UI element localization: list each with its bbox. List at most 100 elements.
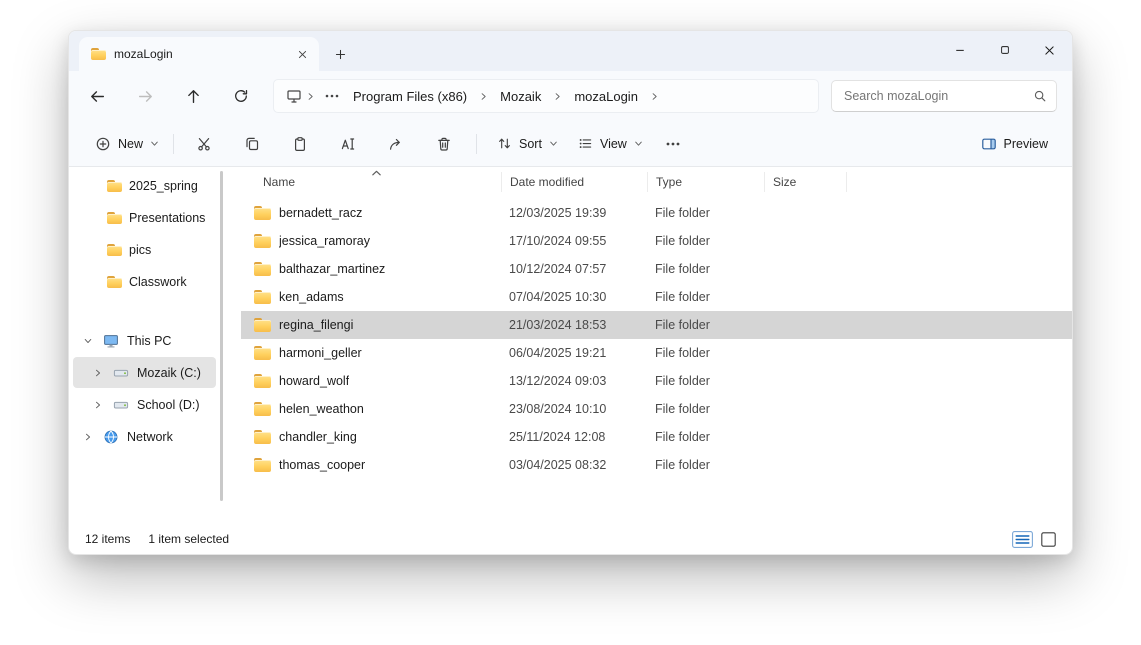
thumbnail-view-button[interactable] bbox=[1041, 532, 1056, 547]
details-view-button[interactable] bbox=[1012, 531, 1033, 548]
column-header-type[interactable]: Type bbox=[647, 172, 764, 192]
file-row-harmoni-geller[interactable]: harmoni_geller 06/04/2025 19:21 File fol… bbox=[241, 339, 1072, 367]
file-row-chandler-king[interactable]: chandler_king 25/11/2024 12:08 File fold… bbox=[241, 423, 1072, 451]
preview-button[interactable]: Preview bbox=[971, 127, 1058, 161]
file-row-jessica-ramoray[interactable]: jessica_ramoray 17/10/2024 09:55 File fo… bbox=[241, 227, 1072, 255]
breadcrumb-item-mozaik[interactable]: Mozaik bbox=[492, 85, 549, 108]
toolbar-separator bbox=[173, 134, 174, 154]
drive-icon bbox=[113, 365, 129, 381]
sidebar-item-presentations[interactable]: Presentations bbox=[73, 202, 216, 233]
view-button-label: View bbox=[600, 137, 627, 151]
column-header-label: Type bbox=[656, 175, 682, 189]
paste-button[interactable] bbox=[280, 127, 320, 161]
column-header-date-modified[interactable]: Date modified bbox=[501, 172, 647, 192]
tab-close-button[interactable] bbox=[291, 43, 313, 65]
file-type: File folder bbox=[647, 458, 764, 472]
search-input[interactable] bbox=[844, 89, 1033, 103]
breadcrumb-chevron-icon[interactable] bbox=[553, 92, 562, 101]
up-icon bbox=[185, 88, 202, 105]
sidebar-scrollbar[interactable] bbox=[220, 171, 223, 501]
new-icon bbox=[95, 136, 111, 152]
column-headers: Name Date modified Type Size bbox=[241, 167, 1072, 197]
file-row-helen-weathon[interactable]: helen_weathon 23/08/2024 10:10 File fold… bbox=[241, 395, 1072, 423]
search-icon[interactable] bbox=[1033, 89, 1047, 103]
status-bar: 12 items 1 item selected bbox=[69, 524, 1072, 554]
breadcrumb-chevron-icon[interactable] bbox=[479, 92, 488, 101]
view-toggles bbox=[1012, 531, 1056, 548]
rename-button[interactable] bbox=[328, 127, 368, 161]
back-button[interactable] bbox=[77, 78, 117, 114]
view-button[interactable]: View bbox=[568, 127, 653, 161]
chevron-down-icon[interactable] bbox=[83, 336, 95, 346]
file-explorer-window: mozaLogin bbox=[68, 30, 1073, 555]
chevron-right-icon[interactable] bbox=[93, 368, 105, 378]
close-icon bbox=[1043, 44, 1056, 57]
sidebar-item-label: Mozaik (C:) bbox=[137, 366, 201, 380]
column-header-size[interactable]: Size bbox=[764, 172, 847, 192]
breadcrumb-chevron-icon[interactable] bbox=[650, 92, 659, 101]
sidebar-item-label: School (D:) bbox=[137, 398, 200, 412]
sidebar-item-label: Classwork bbox=[129, 275, 187, 289]
file-type: File folder bbox=[647, 234, 764, 248]
sidebar-item-mozaik-c[interactable]: Mozaik (C:) bbox=[73, 357, 216, 388]
cut-button[interactable] bbox=[184, 127, 224, 161]
file-row-ken-adams[interactable]: ken_adams 07/04/2025 10:30 File folder bbox=[241, 283, 1072, 311]
file-date: 17/10/2024 09:55 bbox=[501, 234, 647, 248]
sidebar-tree: This PC Mozaik (C:) bbox=[69, 325, 224, 452]
breadcrumb-ellipsis-button[interactable] bbox=[319, 83, 345, 109]
sidebar-item-pics[interactable]: pics bbox=[73, 234, 216, 265]
plus-icon bbox=[334, 48, 347, 61]
refresh-button[interactable] bbox=[221, 78, 261, 114]
close-button[interactable] bbox=[1027, 31, 1072, 69]
ellipsis-icon bbox=[325, 94, 339, 98]
column-header-label: Size bbox=[773, 175, 796, 189]
window-controls bbox=[937, 31, 1072, 69]
file-type: File folder bbox=[647, 206, 764, 220]
file-row-thomas-cooper[interactable]: thomas_cooper 03/04/2025 08:32 File fold… bbox=[241, 451, 1072, 479]
file-row-bernadett-racz[interactable]: bernadett_racz 12/03/2025 19:39 File fol… bbox=[241, 199, 1072, 227]
file-date: 10/12/2024 07:57 bbox=[501, 262, 647, 276]
tab-mozalogin[interactable]: mozaLogin bbox=[79, 37, 319, 71]
column-header-name[interactable]: Name bbox=[241, 172, 501, 192]
minimize-button[interactable] bbox=[937, 31, 982, 69]
sidebar-item-2025-spring[interactable]: 2025_spring bbox=[73, 170, 216, 201]
file-row-howard-wolf[interactable]: howard_wolf 13/12/2024 09:03 File folder bbox=[241, 367, 1072, 395]
chevron-right-icon[interactable] bbox=[93, 400, 105, 410]
paste-icon bbox=[292, 136, 308, 152]
folder-icon bbox=[254, 374, 271, 388]
up-button[interactable] bbox=[173, 78, 213, 114]
maximize-button[interactable] bbox=[982, 31, 1027, 69]
navigation-bar: Program Files (x86) Mozaik mozaLogin bbox=[69, 71, 1072, 121]
column-header-label: Name bbox=[263, 175, 295, 189]
sidebar-item-this-pc[interactable]: This PC bbox=[73, 325, 216, 356]
file-type: File folder bbox=[647, 318, 764, 332]
breadcrumb-item-mozalogin[interactable]: mozaLogin bbox=[566, 85, 646, 108]
file-row-regina-filengi[interactable]: regina_filengi 21/03/2024 18:53 File fol… bbox=[241, 311, 1072, 339]
forward-button[interactable] bbox=[125, 78, 165, 114]
sidebar-item-school-d[interactable]: School (D:) bbox=[73, 389, 216, 420]
file-name: balthazar_martinez bbox=[279, 262, 385, 276]
details-view-icon bbox=[1012, 531, 1033, 548]
new-tab-button[interactable] bbox=[325, 40, 355, 68]
address-bar[interactable]: Program Files (x86) Mozaik mozaLogin bbox=[273, 79, 819, 113]
more-icon bbox=[666, 142, 680, 146]
view-icon bbox=[578, 136, 593, 151]
file-row-balthazar-martinez[interactable]: balthazar_martinez 10/12/2024 07:57 File… bbox=[241, 255, 1072, 283]
delete-button[interactable] bbox=[424, 127, 464, 161]
toolbar-separator bbox=[476, 134, 477, 154]
new-button[interactable]: New bbox=[85, 127, 169, 161]
chevron-right-icon[interactable] bbox=[83, 432, 95, 442]
file-rows: bernadett_racz 12/03/2025 19:39 File fol… bbox=[241, 199, 1072, 479]
share-icon bbox=[388, 136, 404, 152]
copy-button[interactable] bbox=[232, 127, 272, 161]
sidebar-item-network[interactable]: Network bbox=[73, 421, 216, 452]
main-content: 2025_spring Presentations pics Classwork bbox=[69, 167, 1072, 524]
sort-button[interactable]: Sort bbox=[487, 127, 568, 161]
file-type: File folder bbox=[647, 290, 764, 304]
breadcrumb-item-program-files[interactable]: Program Files (x86) bbox=[345, 85, 475, 108]
chevron-down-icon bbox=[549, 139, 558, 148]
sidebar-item-classwork[interactable]: Classwork bbox=[73, 266, 216, 297]
share-button[interactable] bbox=[376, 127, 416, 161]
file-name: thomas_cooper bbox=[279, 458, 365, 472]
more-options-button[interactable] bbox=[653, 127, 693, 161]
